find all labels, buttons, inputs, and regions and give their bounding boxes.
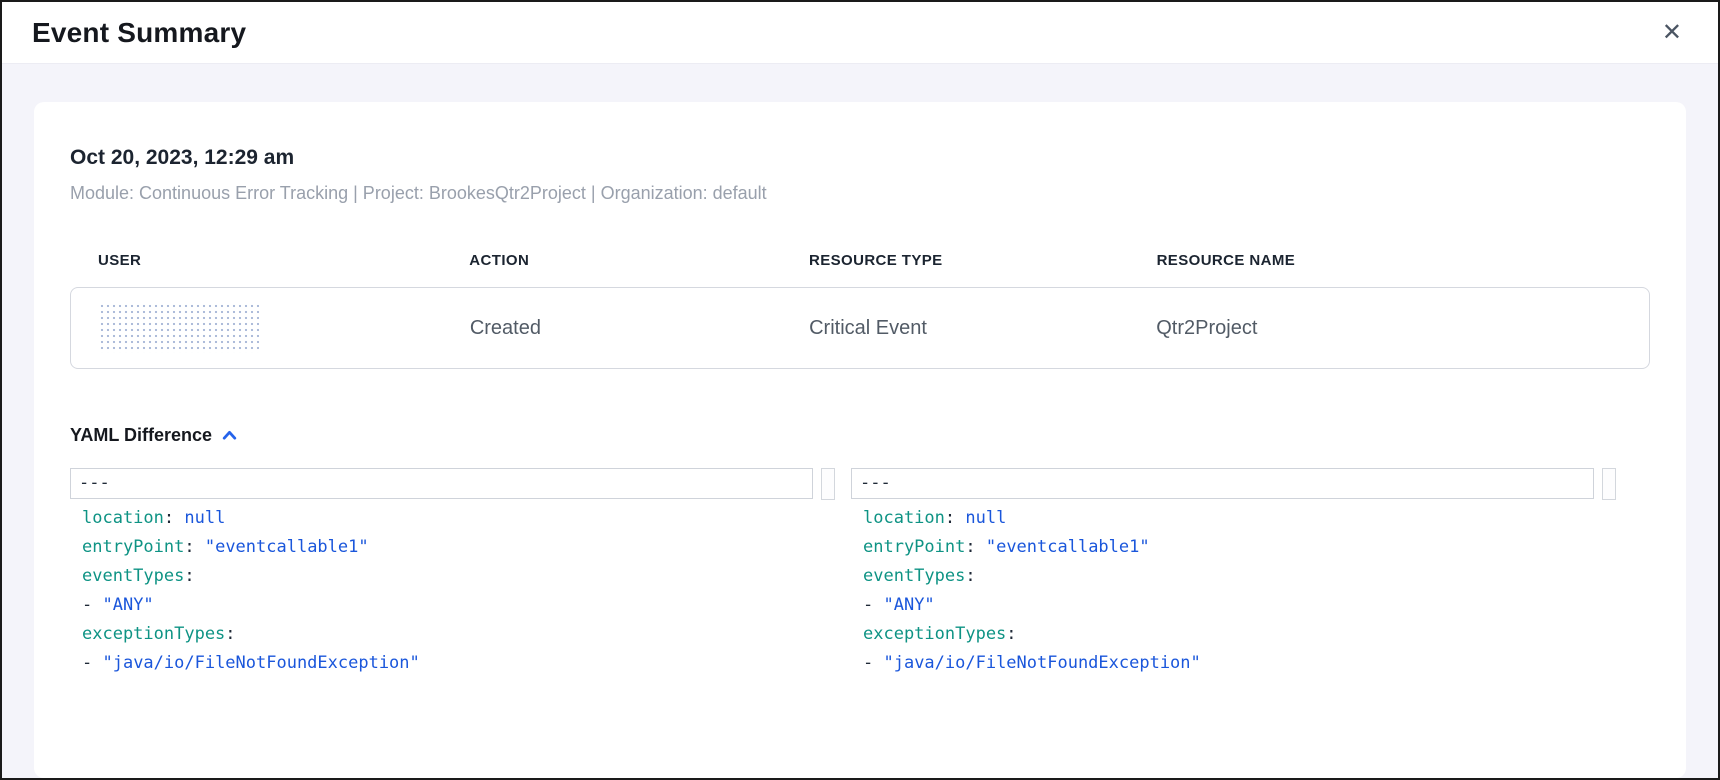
modal-title: Event Summary — [32, 17, 246, 49]
event-meta: Module: Continuous Error Tracking | Proj… — [70, 183, 1650, 204]
chevron-up-icon[interactable] — [221, 427, 238, 444]
yaml-panel-left: --- location: nullentryPoint: "eventcalla… — [70, 468, 835, 708]
yaml-line: exceptionTypes: — [851, 620, 1616, 649]
modal-body: Oct 20, 2023, 12:29 am Module: Continuou… — [2, 64, 1718, 778]
table-row: Created Critical Event Qtr2Project — [70, 287, 1650, 369]
yaml-difference-header: YAML Difference — [70, 425, 1650, 446]
event-summary-modal: Event Summary ✕ Oct 20, 2023, 12:29 am M… — [0, 0, 1720, 780]
yaml-line: - "java/io/FileNotFoundException" — [851, 649, 1616, 678]
yaml-line: eventTypes: — [851, 562, 1616, 591]
event-timestamp: Oct 20, 2023, 12:29 am — [70, 146, 1650, 170]
yaml-line: entryPoint: "eventcallable1" — [851, 533, 1616, 562]
audit-table: USER ACTION RESOURCE TYPE RESOURCE NAME … — [70, 252, 1650, 369]
yaml-panel-right: --- location: nullentryPoint: "eventcalla… — [851, 468, 1616, 708]
yaml-code: --- location: nullentryPoint: "eventcalla… — [70, 468, 835, 678]
yaml-scrollbar-left[interactable] — [821, 468, 835, 500]
resource-name-cell: Qtr2Project — [1128, 317, 1649, 340]
yaml-line: entryPoint: "eventcallable1" — [70, 533, 835, 562]
modal-header: Event Summary ✕ — [2, 2, 1718, 64]
yaml-line: - "ANY" — [70, 591, 835, 620]
yaml-line: location: null — [851, 504, 1616, 533]
column-header-resource-name: RESOURCE NAME — [1129, 252, 1650, 269]
yaml-code: --- location: nullentryPoint: "eventcalla… — [851, 468, 1616, 678]
yaml-line: - "java/io/FileNotFoundException" — [70, 649, 835, 678]
audit-table-headers: USER ACTION RESOURCE TYPE RESOURCE NAME — [70, 252, 1650, 269]
yaml-difference-label: YAML Difference — [70, 425, 212, 446]
event-card: Oct 20, 2023, 12:29 am Module: Continuou… — [34, 102, 1686, 778]
yaml-line: exceptionTypes: — [70, 620, 835, 649]
yaml-diff-panels: ---location: nullentryPoint: "eventcalla… — [70, 468, 1650, 708]
yaml-line: --- — [70, 468, 813, 499]
action-cell: Created — [442, 317, 781, 340]
column-header-resource-type: RESOURCE TYPE — [781, 252, 1129, 269]
yaml-scrollbar-right[interactable] — [1602, 468, 1616, 500]
user-redacted-avatar — [99, 303, 259, 353]
column-header-action: ACTION — [441, 252, 781, 269]
yaml-line: --- — [851, 468, 1594, 499]
column-header-user: USER — [70, 252, 441, 269]
close-icon[interactable]: ✕ — [1656, 17, 1688, 49]
resource-type-cell: Critical Event — [781, 317, 1128, 340]
yaml-line: eventTypes: — [70, 562, 835, 591]
user-cell — [71, 303, 442, 353]
yaml-difference-section: YAML Difference ---location: nullentryPo… — [70, 425, 1650, 708]
yaml-line: - "ANY" — [851, 591, 1616, 620]
yaml-line: location: null — [70, 504, 835, 533]
